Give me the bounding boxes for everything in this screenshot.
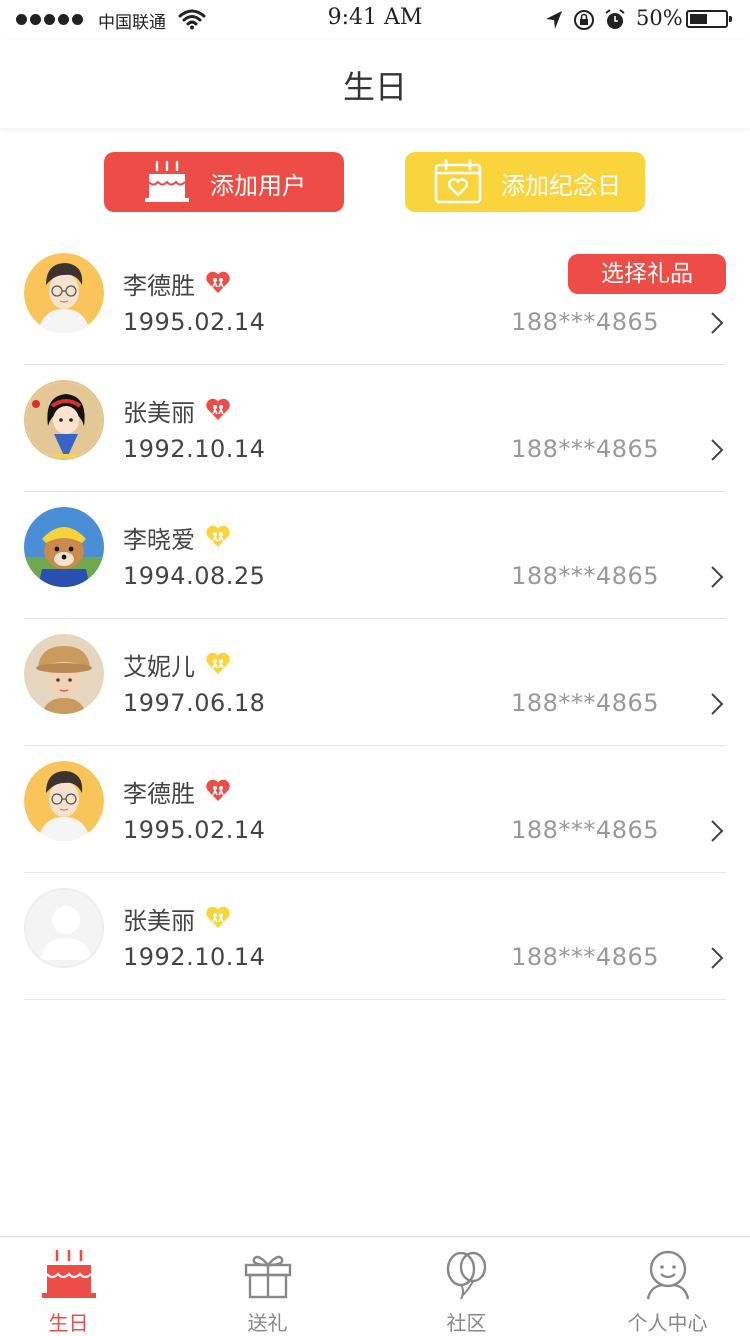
phone-number: 188***4865 [511,435,659,463]
contact-name: 李晓爱 [123,526,195,554]
tab-community[interactable]: 社区 [373,1237,560,1335]
list-item[interactable]: 艾妮儿 1997.06.18 188***4865 [0,619,750,746]
contact-name: 李德胜 [123,272,195,300]
avatar [24,634,104,714]
tab-label: 生日 [48,1311,89,1335]
contact-name: 张美丽 [123,907,195,935]
tab-label: 个人中心 [627,1311,708,1335]
phone-number: 188***4865 [511,943,659,971]
battery-icon [686,10,732,28]
phone-number: 188***4865 [511,689,659,717]
person-icon [574,1249,750,1301]
default-avatar [24,888,104,968]
tab-bar: 生日 送礼 社区 个人中心 [0,1236,750,1335]
page-title: 生日 [342,68,407,106]
gift-icon [174,1249,361,1301]
birthday-date: 1995.02.14 [123,308,266,336]
couple-heart-icon [205,905,231,933]
cake-icon [0,1249,162,1301]
chevron-right-icon [710,311,724,339]
alarm-icon [605,9,625,29]
list-item[interactable]: 李德胜 1995.02.14 选择礼品 188***4865 [0,238,750,365]
avatar [24,507,104,587]
chevron-right-icon [710,819,724,847]
couple-heart-icon [205,270,231,298]
couple-heart-icon [205,524,231,552]
status-icons [544,8,626,32]
rotation-lock-icon [574,10,594,30]
birthday-date: 1994.08.25 [123,562,266,590]
list-item[interactable]: 张美丽 1992.10.14 188***4865 [0,365,750,492]
avatar [24,761,104,841]
battery-percent: 50% [636,6,683,30]
list-item[interactable]: 李德胜 1995.02.14 188***4865 [0,746,750,873]
tab-birthday[interactable]: 生日 [0,1237,162,1335]
chevron-right-icon [710,438,724,466]
balloon-icon [373,1249,560,1301]
phone-number: 188***4865 [511,562,659,590]
tab-label: 社区 [446,1311,487,1335]
add-user-button[interactable]: 添加用户 [104,152,344,212]
avatar [24,380,104,460]
tab-gift[interactable]: 送礼 [174,1237,361,1335]
couple-heart-icon [205,651,231,679]
birthday-date: 1995.02.14 [123,816,266,844]
list-item[interactable]: 李晓爱 1994.08.25 188***4865 [0,492,750,619]
chevron-right-icon [710,946,724,974]
avatar [24,253,104,333]
list-item[interactable]: 张美丽 1992.10.14 188***4865 [0,873,750,1000]
status-bar: 中国联通 9:41 AM 50% [0,0,750,40]
cake-icon [144,160,190,208]
add-anniversary-button[interactable]: 添加纪念日 [405,152,645,212]
tab-label: 送礼 [247,1311,288,1335]
couple-heart-icon [205,397,231,425]
birthday-date: 1997.06.18 [123,689,266,717]
birthday-list: 李德胜 1995.02.14 选择礼品 188***4865 张美丽 1992.… [0,238,750,1000]
navigation-bar: 生日 [0,40,750,128]
chevron-right-icon [710,692,724,720]
calendar-heart-icon [433,158,483,209]
contact-name: 张美丽 [123,399,195,427]
divider [24,999,726,1000]
add-anniversary-label: 添加纪念日 [501,172,621,200]
location-arrow-icon [546,11,562,29]
couple-heart-icon [205,778,231,806]
add-user-label: 添加用户 [210,172,306,200]
phone-number: 188***4865 [511,816,659,844]
contact-name: 艾妮儿 [123,653,195,681]
select-gift-button[interactable]: 选择礼品 [568,254,726,294]
contact-name: 李德胜 [123,780,195,808]
birthday-date: 1992.10.14 [123,943,266,971]
phone-number: 188***4865 [511,308,659,336]
birthday-date: 1992.10.14 [123,435,266,463]
chevron-right-icon [710,565,724,593]
tab-profile[interactable]: 个人中心 [574,1237,750,1335]
